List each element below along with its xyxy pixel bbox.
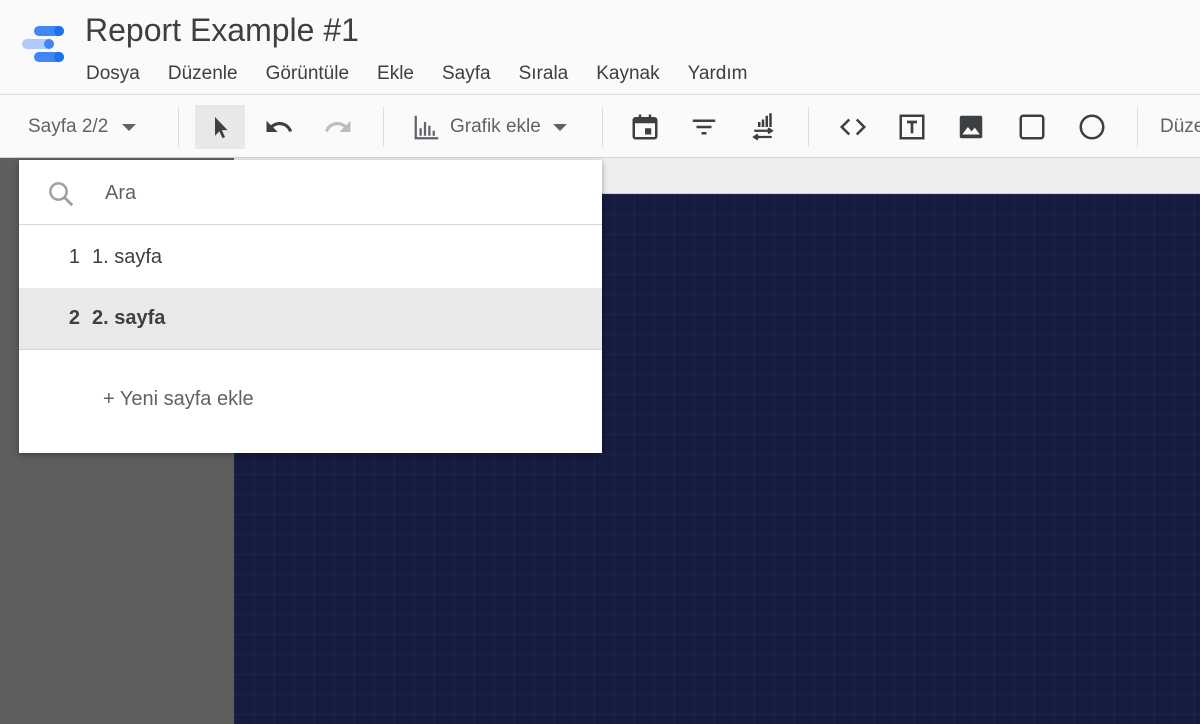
- add-page-button[interactable]: + Yeni sayfa ekle: [103, 388, 254, 411]
- toolbar: Sayfa 2/2 Grafik ekle Düze: [0, 94, 1200, 158]
- menu-arrange[interactable]: Sırala: [505, 60, 583, 88]
- circle-icon: [1079, 114, 1105, 140]
- menu-resource[interactable]: Kaynak: [582, 60, 673, 88]
- search-input[interactable]: [105, 174, 575, 212]
- add-chart-button[interactable]: Grafik ekle: [404, 95, 584, 159]
- report-title[interactable]: Report Example #1: [85, 12, 359, 49]
- data-studio-logo-icon[interactable]: [20, 22, 66, 66]
- image-button[interactable]: [946, 95, 996, 159]
- text-box-icon: [899, 114, 925, 140]
- filter-button[interactable]: [679, 95, 729, 159]
- date-range-icon: [632, 114, 658, 140]
- page-list-item-selected[interactable]: 2 2. sayfa: [19, 288, 602, 350]
- rectangle-icon: [1019, 114, 1045, 140]
- embed-code-icon: [839, 118, 867, 136]
- toolbar-divider: [602, 107, 603, 147]
- data-control-icon: [752, 113, 774, 141]
- menu-file[interactable]: Dosya: [72, 60, 154, 88]
- page-name: 2. sayfa: [92, 307, 166, 329]
- toolbar-divider: [808, 107, 809, 147]
- text-button[interactable]: [887, 95, 937, 159]
- bar-chart-icon: [414, 115, 439, 140]
- select-button[interactable]: [195, 105, 245, 149]
- undo-button[interactable]: [254, 95, 304, 159]
- toolbar-divider: [383, 107, 384, 147]
- page-search: [19, 160, 602, 225]
- menu-edit[interactable]: Düzenle: [154, 60, 252, 88]
- page-name: 1. sayfa: [92, 245, 163, 268]
- redo-icon: [324, 120, 351, 132]
- embed-url-button[interactable]: [828, 95, 878, 159]
- page-selector[interactable]: Sayfa 2/2: [16, 95, 156, 159]
- menu-insert[interactable]: Ekle: [363, 60, 428, 88]
- add-chart-label: Grafik ekle: [450, 116, 541, 137]
- search-icon: [49, 182, 74, 207]
- menu-help[interactable]: Yardım: [674, 60, 762, 88]
- menu-page[interactable]: Sayfa: [428, 60, 505, 88]
- select-pointer-icon: [215, 117, 228, 139]
- page-list-item[interactable]: 1 1. sayfa: [19, 226, 602, 288]
- toolbar-divider: [178, 107, 179, 147]
- toolbar-divider: [1137, 107, 1138, 147]
- rectangle-button[interactable]: [1007, 95, 1057, 159]
- redo-button[interactable]: [313, 95, 363, 159]
- date-range-button[interactable]: [620, 95, 670, 159]
- page-selector-label: Sayfa 2/2: [28, 116, 109, 137]
- page-number: 2: [68, 307, 80, 329]
- undo-icon: [266, 120, 293, 132]
- filter-icon: [692, 119, 716, 135]
- chevron-down-icon: [552, 123, 567, 131]
- chevron-down-icon: [122, 123, 137, 131]
- data-control-button[interactable]: [738, 95, 788, 159]
- title-bar: Report Example #1 Dosya Düzenle Görüntül…: [0, 0, 1200, 94]
- edit-mode-button[interactable]: Düze: [1160, 95, 1200, 159]
- page-number: 1: [68, 245, 80, 268]
- image-icon: [959, 115, 983, 139]
- circle-button[interactable]: [1067, 95, 1117, 159]
- menu-bar: Dosya Düzenle Görüntüle Ekle Sayfa Sıral…: [72, 60, 761, 88]
- page-dropdown: 1 1. sayfa 2 2. sayfa + Yeni sayfa ekle: [19, 160, 602, 453]
- menu-view[interactable]: Görüntüle: [252, 60, 363, 88]
